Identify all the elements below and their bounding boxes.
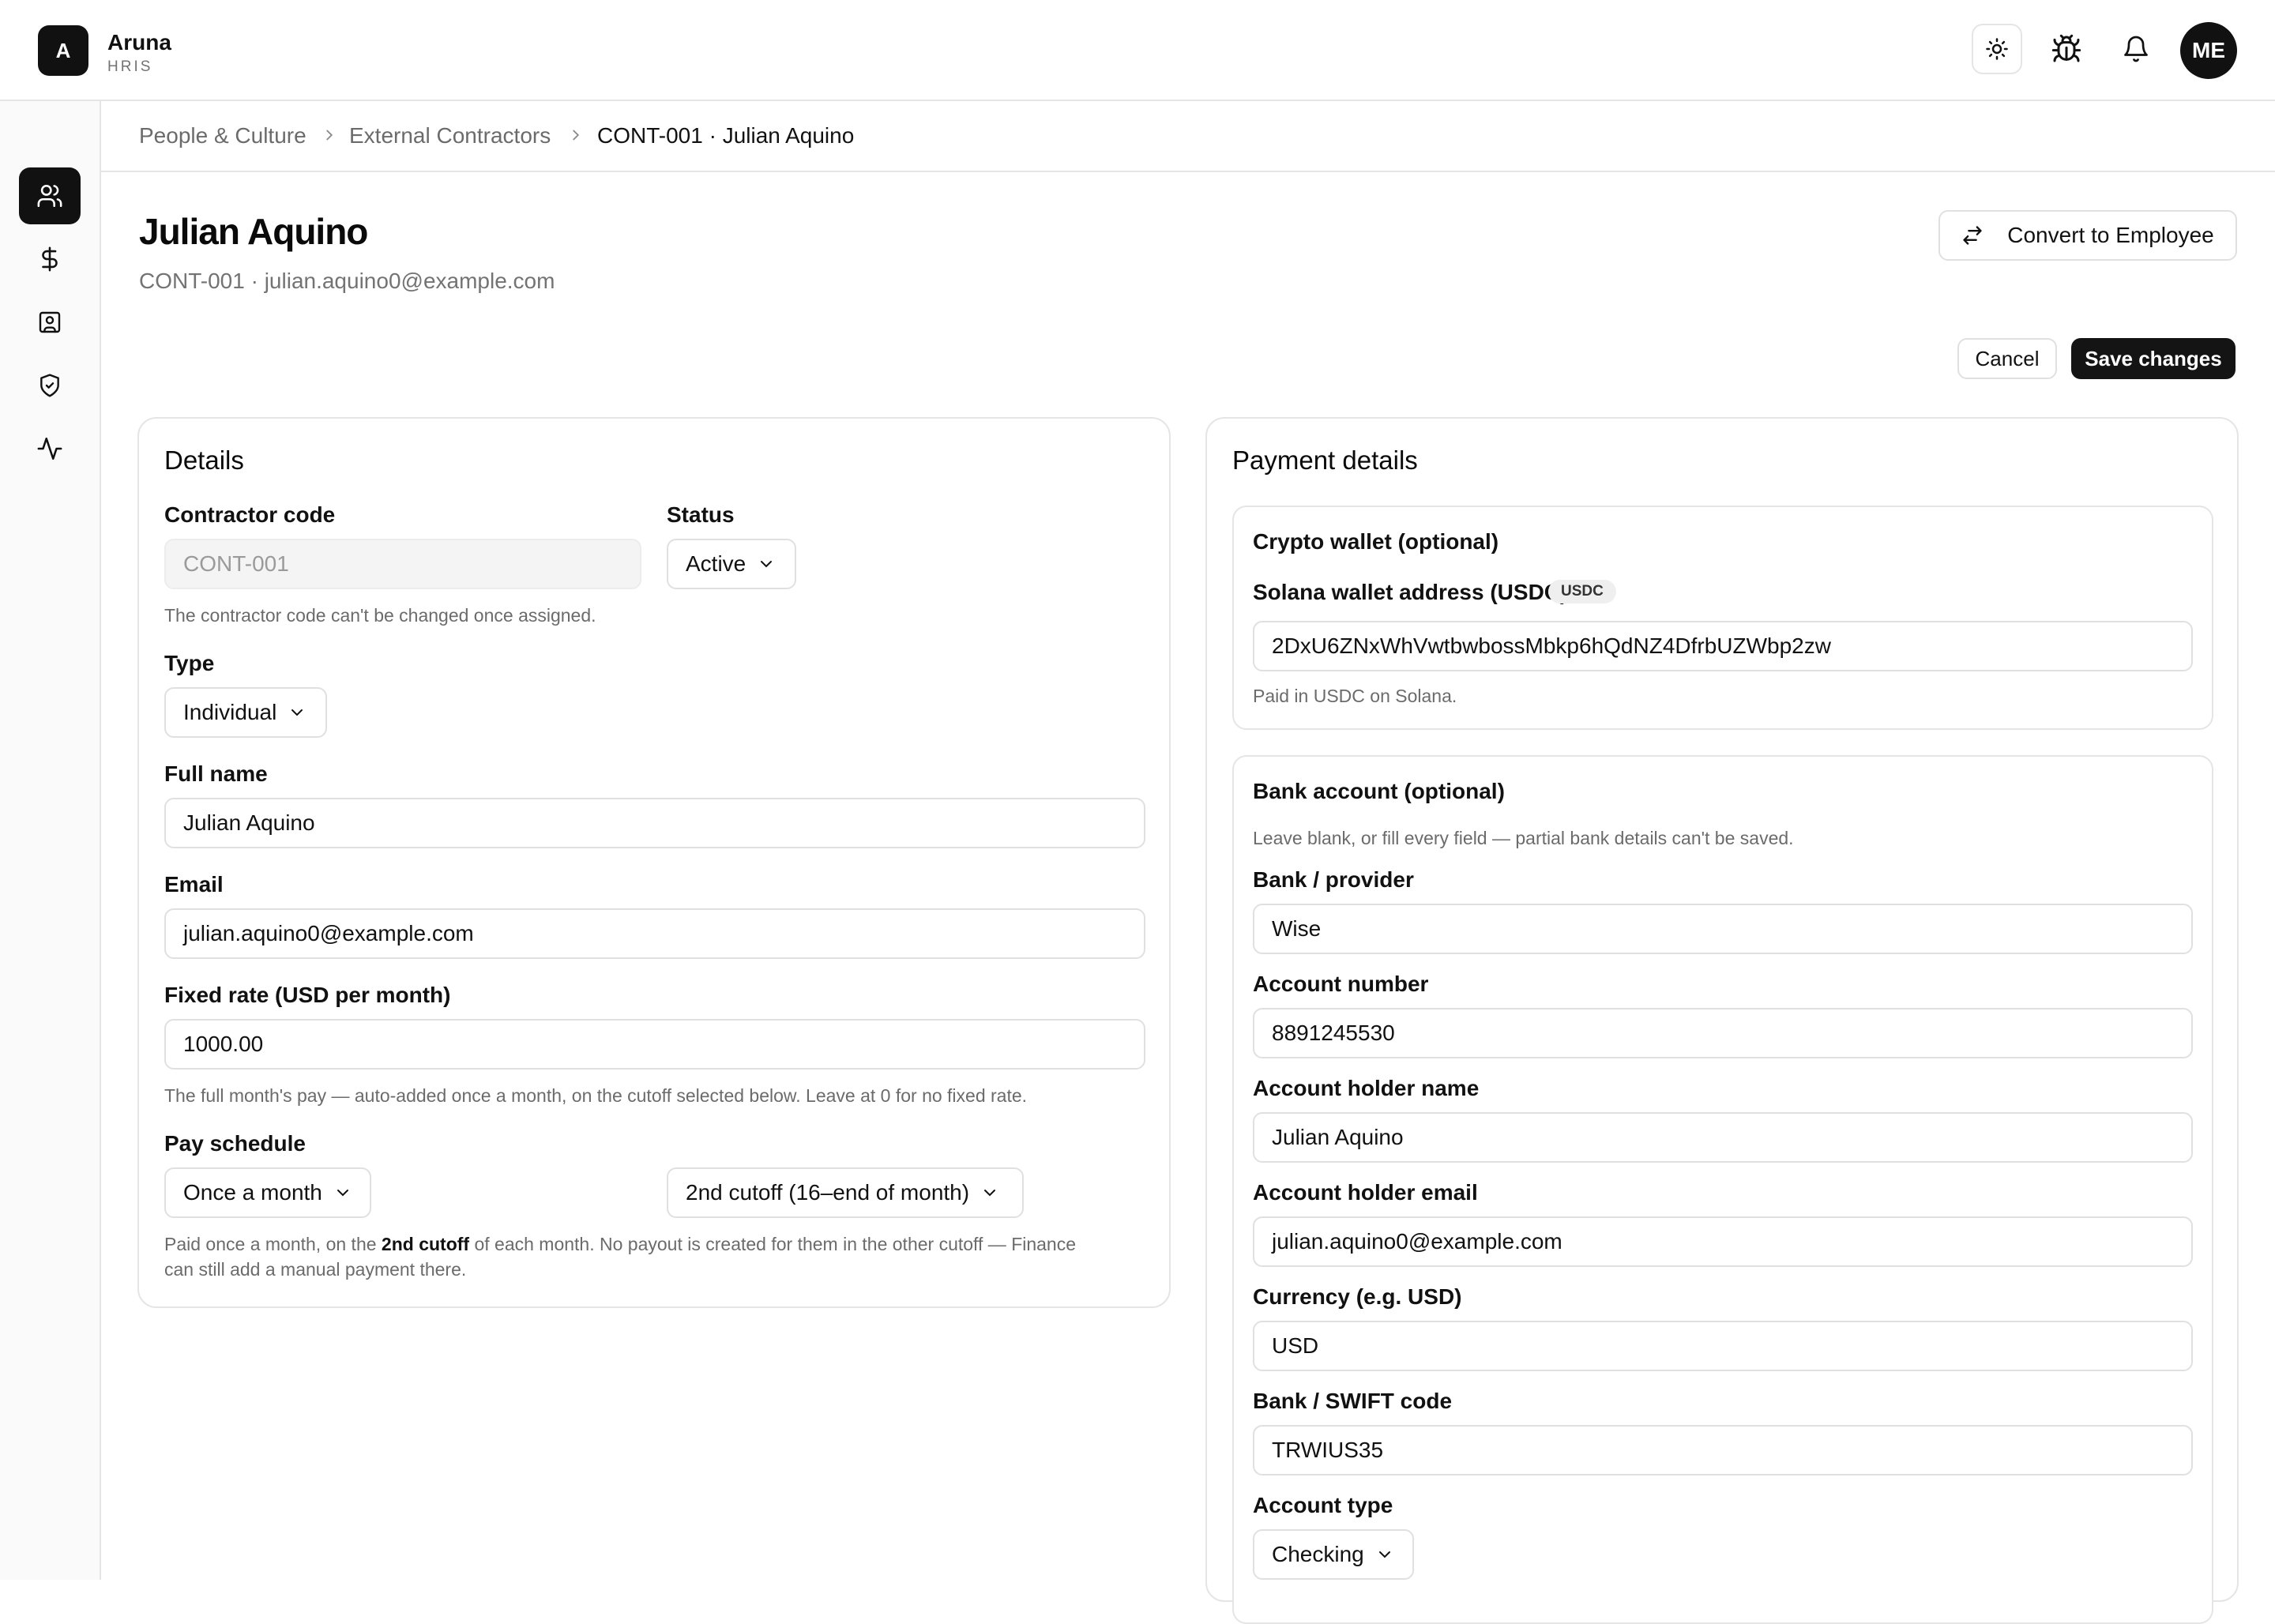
type-value: Individual xyxy=(183,700,277,724)
account-holder-email-label: Account holder email xyxy=(1253,1180,1478,1205)
account-number-input[interactable]: 8891245530 xyxy=(1253,1008,2193,1058)
status-select[interactable]: Active xyxy=(667,539,796,589)
pay-schedule-help-cutoff: 2nd cutoff xyxy=(381,1234,470,1254)
sidebar-item-directory[interactable] xyxy=(19,294,81,351)
breadcrumb-external-contractors[interactable]: External Contractors xyxy=(349,123,551,148)
full-name-input[interactable]: Julian Aquino xyxy=(164,798,1145,848)
pay-schedule-help-text: Paid once a month, on the xyxy=(164,1234,382,1254)
breadcrumb: People & Culture External Contractors CO… xyxy=(101,101,2275,172)
convert-to-employee-button[interactable]: Convert to Employee xyxy=(1938,210,2237,261)
bank-provider-input[interactable]: Wise xyxy=(1253,904,2193,954)
app-logo[interactable]: A xyxy=(38,25,88,76)
bank-account-title: Bank account (optional) xyxy=(1253,779,1505,803)
app-subtitle: HRIS xyxy=(107,58,153,75)
cutoff-select[interactable]: 2nd cutoff (16–end of month) xyxy=(667,1167,1024,1218)
bell-icon xyxy=(2124,36,2148,62)
chevron-right-icon xyxy=(326,130,333,141)
sun-icon xyxy=(1986,38,2008,60)
account-type-label: Account type xyxy=(1253,1493,1393,1517)
contractor-code-input: CONT-001 xyxy=(164,539,641,589)
swap-arrows-icon xyxy=(1963,226,1982,245)
bug-report-button[interactable] xyxy=(2041,24,2092,74)
full-name-label: Full name xyxy=(164,761,268,786)
sidebar-item-people[interactable] xyxy=(19,167,81,224)
account-holder-name-input[interactable]: Julian Aquino xyxy=(1253,1112,2193,1163)
convert-label: Convert to Employee xyxy=(2007,223,2214,247)
bank-provider-label: Bank / provider xyxy=(1253,867,1414,892)
users-icon xyxy=(37,184,62,208)
page-title: Julian Aquino xyxy=(139,211,368,252)
usdc-badge: USDC xyxy=(1548,580,1616,603)
cutoff-value: 2nd cutoff (16–end of month) xyxy=(686,1180,970,1205)
status-label: Status xyxy=(667,502,735,527)
chevron-right-icon xyxy=(573,130,580,141)
pay-schedule-help-text-2: of each month. No payout is created for … xyxy=(469,1234,1077,1254)
bank-account-section: Bank account (optional) Leave blank, or … xyxy=(1232,755,2213,1624)
cancel-button[interactable]: Cancel xyxy=(1957,338,2057,379)
account-number-label: Account number xyxy=(1253,972,1429,996)
fixed-rate-input[interactable]: 1000.00 xyxy=(164,1019,1145,1070)
wallet-help: Paid in USDC on Solana. xyxy=(1253,686,1457,706)
chevron-down-icon xyxy=(291,709,303,716)
activity-icon xyxy=(37,437,62,461)
pay-schedule-value: Once a month xyxy=(183,1180,322,1205)
account-holder-name-label: Account holder name xyxy=(1253,1076,1480,1100)
fixed-rate-help: The full month's pay — auto-added once a… xyxy=(164,1085,1028,1106)
pay-schedule-select[interactable]: Once a month xyxy=(164,1167,371,1218)
currency-label: Currency (e.g. USD) xyxy=(1253,1284,1462,1309)
contractor-code-help: The contractor code can't be changed onc… xyxy=(164,605,596,626)
contractor-code-label: Contractor code xyxy=(164,502,336,527)
crypto-wallet-section: Crypto wallet (optional) Solana wallet a… xyxy=(1232,506,2213,730)
sidebar-item-compliance[interactable] xyxy=(19,357,81,414)
sidebar xyxy=(0,101,101,1580)
top-bar: A Aruna HRIS ME xyxy=(0,0,2275,101)
dollar-icon xyxy=(42,246,58,272)
bank-account-help: Leave blank, or fill every field — parti… xyxy=(1253,828,1794,848)
bug-icon xyxy=(2051,34,2081,62)
fixed-rate-label: Fixed rate (USD per month) xyxy=(164,983,451,1007)
wallet-address-input[interactable]: 2DxU6ZNxWhVwtbwbossMbkp6hQdNZ4DfrbUZWbp2… xyxy=(1253,621,2193,671)
app-name: Aruna xyxy=(107,30,171,55)
type-label: Type xyxy=(164,651,215,675)
payment-details-title: Payment details xyxy=(1232,445,1418,475)
chevron-down-icon xyxy=(984,1190,996,1197)
breadcrumb-current: CONT-001 · Julian Aquino xyxy=(597,123,855,148)
email-input[interactable]: julian.aquino0@example.com xyxy=(164,908,1145,959)
notifications-button[interactable] xyxy=(2111,24,2161,74)
pay-schedule-help-line2: can still add a manual payment there. xyxy=(164,1259,467,1280)
sidebar-item-payroll[interactable] xyxy=(19,231,81,288)
crypto-wallet-title: Crypto wallet (optional) xyxy=(1253,529,1499,554)
currency-input[interactable]: USD xyxy=(1253,1321,2193,1371)
pay-schedule-help: Paid once a month, on the 2nd cutoff of … xyxy=(164,1234,1076,1255)
chevron-down-icon xyxy=(1378,1551,1390,1558)
account-holder-email-input[interactable]: julian.aquino0@example.com xyxy=(1253,1216,2193,1267)
account-type-select[interactable]: Checking xyxy=(1253,1529,1414,1580)
details-card: Details Contractor code CONT-001 The con… xyxy=(137,417,1171,1308)
contact-card-icon xyxy=(39,311,61,333)
swift-code-input[interactable]: TRWIUS35 xyxy=(1253,1425,2193,1476)
chevron-down-icon xyxy=(337,1190,348,1197)
email-label: Email xyxy=(164,872,224,897)
theme-toggle-button[interactable] xyxy=(1972,24,2022,74)
sidebar-item-activity[interactable] xyxy=(19,420,81,477)
status-value: Active xyxy=(686,551,746,576)
chevron-down-icon xyxy=(761,561,773,568)
breadcrumb-people-culture[interactable]: People & Culture xyxy=(139,123,306,148)
account-type-value: Checking xyxy=(1272,1542,1364,1566)
shield-check-icon xyxy=(40,374,59,397)
swift-code-label: Bank / SWIFT code xyxy=(1253,1389,1453,1413)
user-avatar[interactable]: ME xyxy=(2180,22,2237,79)
payment-details-card: Payment details Crypto wallet (optional)… xyxy=(1205,417,2239,1624)
pay-schedule-label: Pay schedule xyxy=(164,1131,306,1156)
type-select[interactable]: Individual xyxy=(164,687,327,738)
page-subtitle: CONT-001 · julian.aquino0@example.com xyxy=(139,269,555,293)
wallet-address-label: Solana wallet address (USDC) xyxy=(1253,580,1568,604)
save-changes-button[interactable]: Save changes xyxy=(2071,338,2236,379)
details-title: Details xyxy=(164,445,244,475)
